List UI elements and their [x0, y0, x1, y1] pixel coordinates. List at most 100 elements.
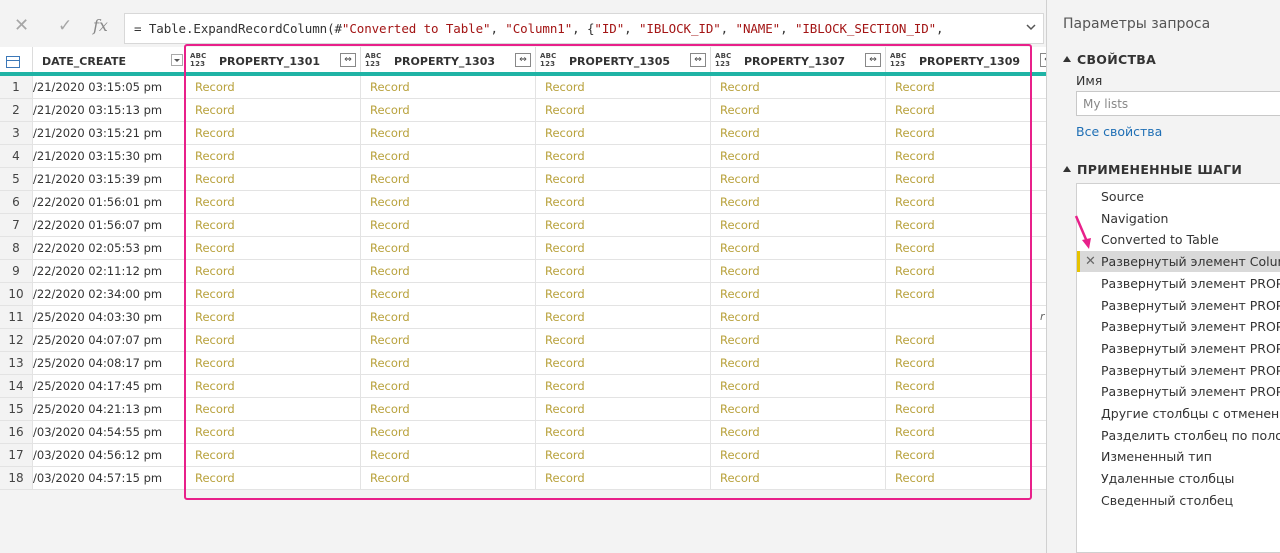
delete-step-icon[interactable]: ✕: [1085, 251, 1096, 272]
record-cell[interactable]: Record: [361, 467, 536, 490]
record-cell[interactable]: Record: [886, 237, 1046, 260]
record-cell[interactable]: Record: [711, 260, 886, 283]
row-number[interactable]: 8: [0, 237, 33, 260]
formula-input[interactable]: = Table.ExpandRecordColumn(#"Converted t…: [124, 13, 1044, 44]
record-cell[interactable]: Record: [886, 214, 1046, 237]
expand-column-icon[interactable]: ⇔: [340, 53, 356, 67]
date-cell[interactable]: /25/2020 04:17:45 pm: [33, 375, 186, 398]
record-cell[interactable]: Record: [536, 283, 711, 306]
date-cell[interactable]: /22/2020 01:56:07 pm: [33, 214, 186, 237]
row-number[interactable]: 9: [0, 260, 33, 283]
date-cell[interactable]: /22/2020 02:05:53 pm: [33, 237, 186, 260]
record-cell[interactable]: Record: [886, 260, 1046, 283]
record-cell[interactable]: Record: [711, 214, 886, 237]
record-cell[interactable]: Record: [361, 306, 536, 329]
record-cell[interactable]: Record: [711, 76, 886, 99]
applied-step[interactable]: Развернутый элемент PROPE...: [1077, 338, 1280, 359]
record-cell[interactable]: Record: [886, 99, 1046, 122]
applied-step[interactable]: Navigation: [1077, 208, 1280, 229]
record-cell[interactable]: Record: [186, 398, 361, 421]
record-cell[interactable]: Record: [711, 329, 886, 352]
record-cell[interactable]: Record: [361, 214, 536, 237]
record-cell[interactable]: Record: [536, 352, 711, 375]
applied-step[interactable]: Удаленные столбцы: [1077, 468, 1280, 489]
applied-step[interactable]: ✕ Развернутый элемент Colum...: [1077, 251, 1280, 273]
record-cell[interactable]: Record: [186, 145, 361, 168]
record-cell[interactable]: Record: [886, 168, 1046, 191]
record-cell[interactable]: Record: [361, 444, 536, 467]
record-cell[interactable]: Record: [536, 444, 711, 467]
chevron-down-icon[interactable]: [1025, 21, 1037, 33]
date-cell[interactable]: /21/2020 03:15:21 pm: [33, 122, 186, 145]
column-header-property[interactable]: ABC 123 PROPERTY_1305 ⇔: [536, 47, 711, 72]
date-cell[interactable]: /21/2020 03:15:13 pm: [33, 99, 186, 122]
date-cell[interactable]: /22/2020 02:11:12 pm: [33, 260, 186, 283]
record-cell[interactable]: Record: [361, 352, 536, 375]
record-cell[interactable]: Record: [886, 191, 1046, 214]
applied-step[interactable]: Converted to Table: [1077, 229, 1280, 250]
record-cell[interactable]: Record: [361, 76, 536, 99]
column-header-date-create[interactable]: DATE_CREATE: [33, 47, 186, 72]
expand-column-icon[interactable]: ⇔: [690, 53, 706, 67]
date-cell[interactable]: /25/2020 04:21:13 pm: [33, 398, 186, 421]
date-cell[interactable]: /03/2020 04:54:55 pm: [33, 421, 186, 444]
record-cell[interactable]: Record: [886, 375, 1046, 398]
record-cell[interactable]: Record: [186, 122, 361, 145]
date-cell[interactable]: /25/2020 04:03:30 pm: [33, 306, 186, 329]
date-cell[interactable]: /25/2020 04:07:07 pm: [33, 329, 186, 352]
cancel-icon[interactable]: ✕: [14, 16, 29, 36]
record-cell[interactable]: Record: [361, 99, 536, 122]
date-cell[interactable]: /22/2020 01:56:01 pm: [33, 191, 186, 214]
record-cell[interactable]: Record: [186, 260, 361, 283]
record-cell[interactable]: Record: [886, 145, 1046, 168]
record-cell[interactable]: Record: [361, 122, 536, 145]
record-cell[interactable]: Record: [361, 168, 536, 191]
record-cell[interactable]: Record: [186, 352, 361, 375]
row-number[interactable]: 15: [0, 398, 33, 421]
record-cell[interactable]: Record: [361, 145, 536, 168]
record-cell[interactable]: Record: [536, 214, 711, 237]
row-number[interactable]: 10: [0, 283, 33, 306]
column-header-property[interactable]: ABC 123 PROPERTY_1301 ⇔: [186, 47, 361, 72]
column-header-property[interactable]: ABC 123 PROPERTY_1303 ⇔: [361, 47, 536, 72]
record-cell[interactable]: Record: [361, 398, 536, 421]
record-cell[interactable]: Record: [361, 260, 536, 283]
applied-step[interactable]: Развернутый элемент PROPE...: [1077, 360, 1280, 381]
applied-step[interactable]: Развернутый элемент PROPE...: [1077, 316, 1280, 337]
properties-section-header[interactable]: СВОЙСТВА: [1063, 52, 1156, 67]
date-cell[interactable]: /25/2020 04:08:17 pm: [33, 352, 186, 375]
applied-step[interactable]: Разделить столбец по поло...: [1077, 425, 1280, 446]
query-name-field[interactable]: My lists: [1076, 91, 1280, 116]
record-cell[interactable]: Record: [536, 191, 711, 214]
record-cell[interactable]: Record: [711, 375, 886, 398]
record-cell[interactable]: Record: [186, 237, 361, 260]
applied-step[interactable]: Сведенный столбец: [1077, 490, 1280, 511]
row-number[interactable]: 1: [0, 76, 33, 99]
record-cell[interactable]: Record: [711, 237, 886, 260]
record-cell[interactable]: Record: [186, 421, 361, 444]
record-cell[interactable]: Record: [536, 421, 711, 444]
record-cell[interactable]: Record: [711, 306, 886, 329]
record-cell[interactable]: Record: [886, 122, 1046, 145]
record-cell[interactable]: Record: [186, 329, 361, 352]
record-cell[interactable]: Record: [711, 398, 886, 421]
record-cell[interactable]: Record: [536, 76, 711, 99]
dropdown-icon[interactable]: [171, 54, 183, 66]
date-cell[interactable]: /21/2020 03:15:39 pm: [33, 168, 186, 191]
record-cell[interactable]: Record: [886, 444, 1046, 467]
record-cell[interactable]: Record: [711, 99, 886, 122]
record-cell[interactable]: Record: [361, 237, 536, 260]
record-cell[interactable]: Record: [186, 191, 361, 214]
record-cell[interactable]: Record: [186, 306, 361, 329]
row-number[interactable]: 18: [0, 467, 33, 490]
expand-column-icon[interactable]: ⇔: [865, 53, 881, 67]
record-cell[interactable]: Record: [361, 421, 536, 444]
record-cell[interactable]: Record: [711, 283, 886, 306]
applied-step[interactable]: Развернутый элемент PROPE...: [1077, 273, 1280, 294]
column-header-property[interactable]: ABC123PROPERTY_1309⇔: [886, 47, 1046, 72]
applied-step[interactable]: Развернутый элемент PROPE...: [1077, 295, 1280, 316]
confirm-icon[interactable]: ✓: [58, 16, 72, 36]
record-cell[interactable]: Record: [536, 375, 711, 398]
fx-icon[interactable]: fx: [93, 16, 108, 36]
record-cell[interactable]: Record: [186, 375, 361, 398]
